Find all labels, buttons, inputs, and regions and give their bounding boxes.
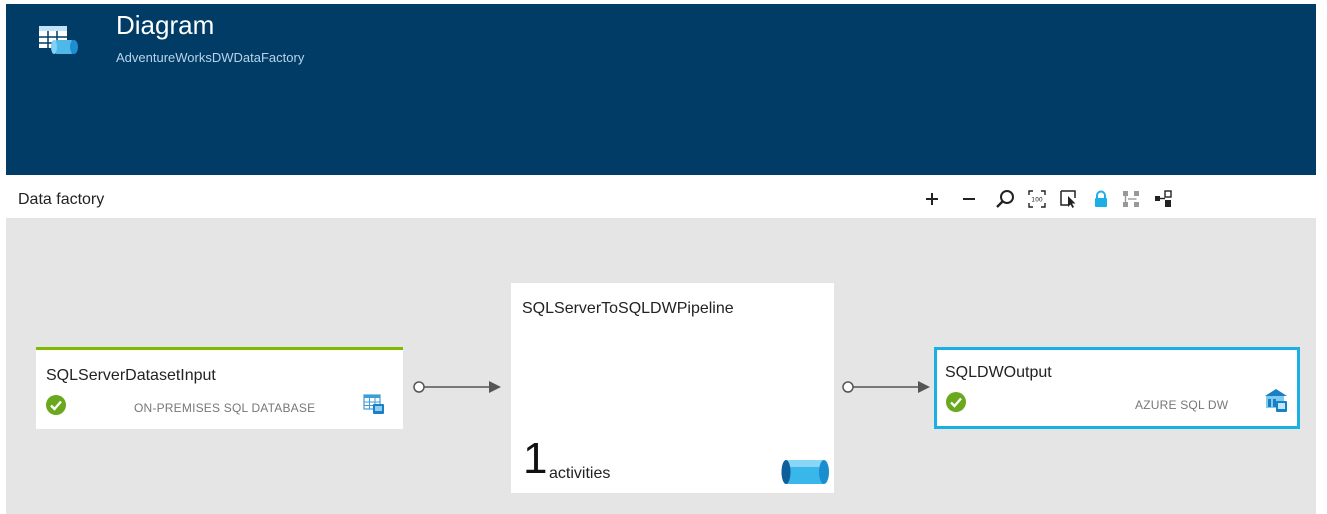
dataset-node-input[interactable]: SQLServerDatasetInput ON-PREMISES SQL DA… [36, 347, 403, 429]
lock-button[interactable] [1090, 188, 1112, 210]
zoom-to-fit-button[interactable] [994, 188, 1016, 210]
input-connector-arrow [413, 381, 501, 393]
pipeline-title: SQLServerToSQLDWPipeline [522, 300, 734, 317]
magnifier-icon [996, 190, 1014, 208]
zoom-100-button[interactable]: 100 [1026, 188, 1048, 210]
zoom-out-button[interactable] [958, 188, 980, 210]
lineage-icon [1155, 190, 1172, 207]
lineage-button[interactable] [1152, 188, 1174, 210]
lock-icon [1095, 190, 1107, 207]
blade-header: Diagram AdventureWorksDWDataFactory [6, 4, 1316, 175]
output-connector-arrow [842, 381, 930, 393]
sql-dw-icon [1265, 389, 1287, 412]
minus-icon [963, 198, 975, 200]
page-subtitle: AdventureWorksDWDataFactory [116, 50, 305, 65]
dataset-type-label: ON-PREMISES SQL DATABASE [134, 401, 316, 415]
plus-icon [926, 193, 938, 205]
auto-arrange-button[interactable] [1120, 188, 1142, 210]
activity-count: 1 [523, 434, 548, 483]
dataset-node-output[interactable]: SQLDWOutput AZURE SQL DW [934, 347, 1300, 429]
data-factory-icon [38, 22, 84, 60]
pointer-select-icon [1060, 190, 1076, 208]
sql-database-icon [363, 394, 384, 414]
page-title: Diagram [116, 10, 215, 40]
zoom-100-icon: 100 [1028, 190, 1046, 208]
svg-text:100: 100 [1031, 197, 1043, 204]
select-mode-button[interactable] [1058, 188, 1080, 210]
check-circle-icon [946, 392, 966, 412]
pipeline-node[interactable]: SQLServerToSQLDWPipeline 1 activities [511, 283, 834, 493]
diagram-toolbar: Data factory 100 [6, 180, 1316, 219]
diagram-canvas[interactable]: SQLServerDatasetInput ON-PREMISES SQL DA… [6, 219, 1316, 514]
dataset-title: SQLServerDatasetInput [46, 367, 216, 384]
dataset-title: SQLDWOutput [945, 364, 1052, 381]
pipeline-icon [781, 460, 829, 484]
dataset-type-label: AZURE SQL DW [1135, 398, 1229, 412]
arrange-icon [1123, 191, 1139, 207]
activity-count-label: activities [549, 465, 611, 482]
zoom-in-button[interactable] [921, 188, 943, 210]
toolbar-title: Data factory [18, 191, 105, 208]
check-circle-icon [46, 395, 66, 415]
